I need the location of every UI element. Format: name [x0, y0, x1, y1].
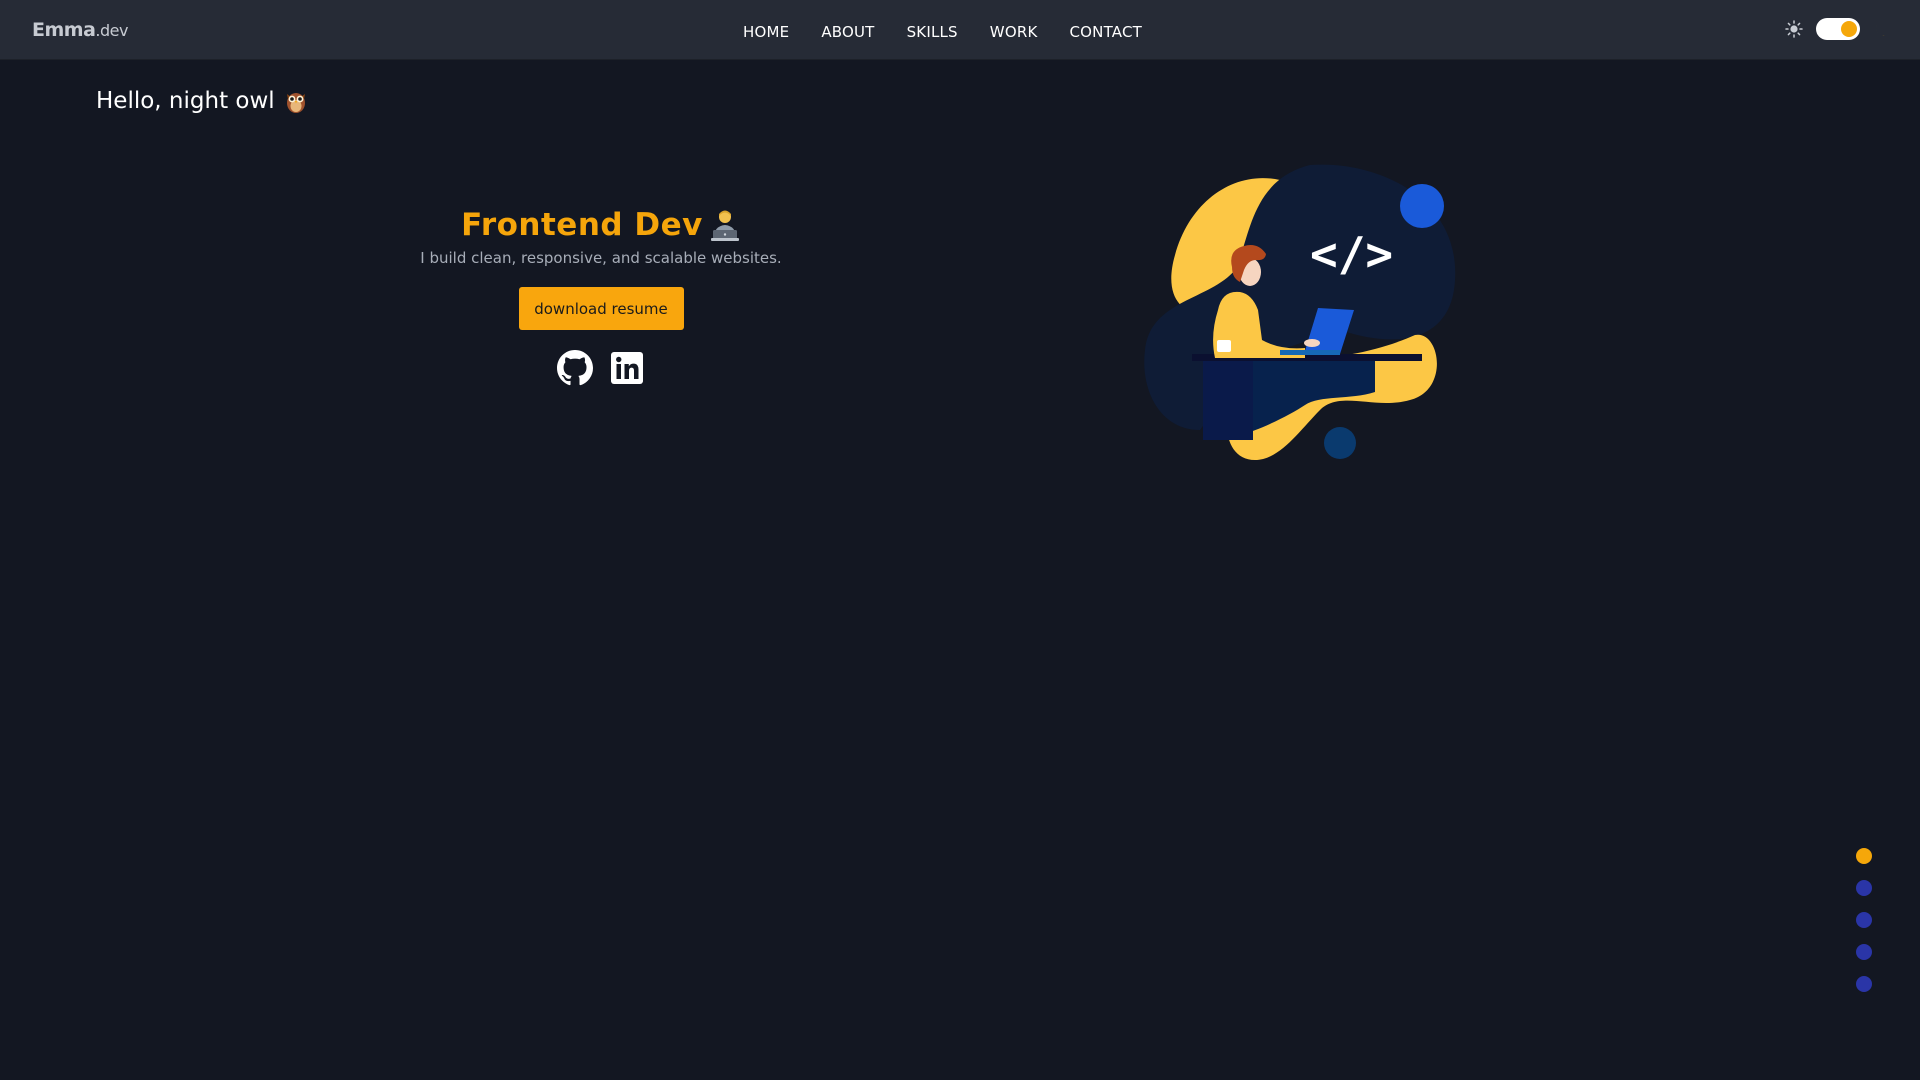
section-dot-4[interactable] [1856, 944, 1872, 960]
blue-circle [1400, 184, 1444, 228]
navbar: Emma.dev HOME ABOUT SKILLS WORK CONTACT [0, 0, 1920, 60]
hero: Frontend Dev I build clean, responsive, … [400, 207, 802, 386]
linkedin-icon [611, 352, 643, 384]
owl-icon [286, 93, 305, 113]
developer-illustration: </> [1144, 164, 1456, 460]
nav-contact[interactable]: CONTACT [1069, 23, 1142, 41]
github-icon [557, 350, 593, 386]
theme-toggle-knob [1841, 21, 1857, 37]
section-dot-1[interactable] [1856, 848, 1872, 864]
theme-controls [1784, 18, 1892, 40]
sun-icon [1785, 20, 1803, 38]
greeting-text: Hello, night owl [96, 88, 275, 114]
section-dot-3[interactable] [1856, 912, 1872, 928]
nav-home[interactable]: HOME [743, 23, 789, 41]
hero-subtitle: I build clean, responsive, and scalable … [420, 249, 782, 267]
coffee-mug [1217, 340, 1231, 352]
download-resume-button[interactable]: download resume [518, 287, 684, 330]
logo-name: Emma [32, 19, 96, 41]
linkedin-link[interactable] [609, 350, 645, 386]
nav-skills[interactable]: SKILLS [907, 23, 958, 41]
nav-links: HOME ABOUT SKILLS WORK CONTACT [743, 23, 1142, 41]
hero-title-text: Frontend Dev [461, 207, 703, 243]
hero-title: Frontend Dev [461, 207, 741, 243]
nav-about[interactable]: ABOUT [821, 23, 874, 41]
social-links [557, 350, 645, 386]
greeting: Hello, night owl [96, 88, 307, 114]
desk-side [1203, 360, 1253, 440]
section-dot-2[interactable] [1856, 880, 1872, 896]
theme-toggle[interactable] [1816, 18, 1860, 40]
code-symbol: </> [1310, 227, 1393, 281]
nav-work[interactable]: WORK [990, 23, 1038, 41]
github-link[interactable] [557, 350, 593, 386]
technologist-icon [710, 210, 739, 241]
navy-circle [1324, 427, 1356, 459]
moon-icon [1876, 22, 1888, 36]
logo[interactable]: Emma.dev [32, 19, 128, 41]
section-dots [1856, 848, 1872, 992]
laptop-base [1280, 350, 1340, 355]
section-dot-5[interactable] [1856, 976, 1872, 992]
person-hand [1304, 339, 1320, 347]
logo-tld: .dev [95, 21, 128, 40]
